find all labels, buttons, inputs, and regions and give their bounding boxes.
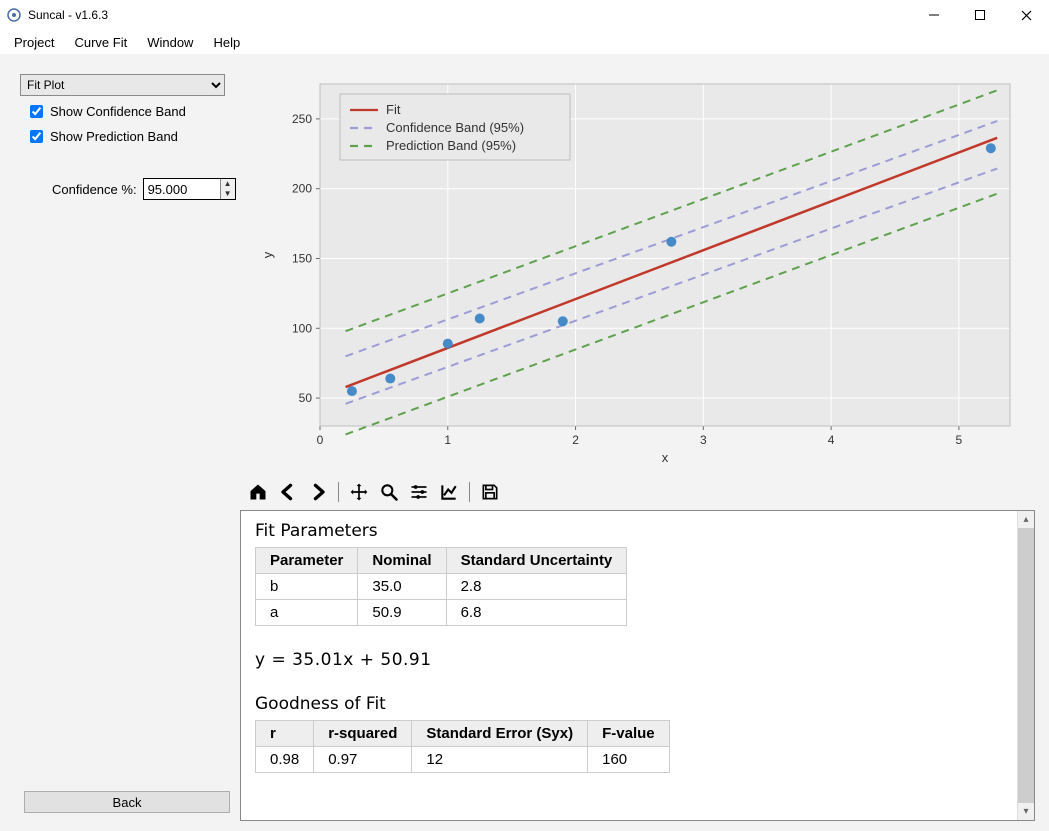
move-icon[interactable]	[345, 478, 373, 506]
svg-text:0: 0	[317, 433, 324, 447]
table-cell: a	[256, 600, 358, 626]
table-cell: 50.9	[358, 600, 446, 626]
spin-up-button[interactable]: ▲	[221, 179, 235, 189]
svg-text:1: 1	[444, 433, 451, 447]
back-button[interactable]: Back	[24, 791, 230, 813]
table-cell: 2.8	[446, 574, 627, 600]
confidence-percent-label: Confidence %:	[52, 182, 137, 197]
show-prediction-band-label: Show Prediction Band	[50, 129, 178, 144]
window-minimize-button[interactable]	[911, 0, 957, 30]
svg-text:y: y	[260, 251, 275, 258]
scroll-up-icon[interactable]: ▴	[1018, 511, 1034, 528]
goodness-of-fit-title: Goodness of Fit	[255, 694, 1003, 714]
window-close-button[interactable]	[1003, 0, 1049, 30]
menu-project[interactable]: Project	[4, 33, 64, 52]
svg-text:50: 50	[299, 391, 313, 405]
menu-help[interactable]: Help	[203, 33, 250, 52]
arrow-right-icon[interactable]	[304, 478, 332, 506]
menu-window[interactable]: Window	[137, 33, 203, 52]
fit-parameters-title: Fit Parameters	[255, 521, 1003, 541]
table-cell: 6.8	[446, 600, 627, 626]
table-header: Nominal	[358, 548, 446, 574]
arrow-left-icon[interactable]	[274, 478, 302, 506]
save-icon[interactable]	[476, 478, 504, 506]
svg-text:3: 3	[700, 433, 707, 447]
table-header: r	[256, 721, 314, 747]
options-sidebar: Fit Plot Show Confidence Band Show Predi…	[20, 74, 240, 821]
confidence-percent-spinbox[interactable]: ▲ ▼	[143, 178, 236, 200]
sliders-icon[interactable]	[405, 478, 433, 506]
table-cell: b	[256, 574, 358, 600]
table-cell: 0.97	[314, 747, 412, 773]
results-body[interactable]: Fit Parameters ParameterNominalStandard …	[241, 511, 1017, 820]
scroll-down-icon[interactable]: ▾	[1018, 803, 1034, 820]
table-row: 0.980.9712160	[256, 747, 670, 773]
plot-toolbar	[240, 474, 1035, 510]
table-header: r-squared	[314, 721, 412, 747]
svg-text:x: x	[662, 450, 669, 465]
goodness-of-fit-table: rr-squaredStandard Error (Syx)F-value0.9…	[255, 720, 670, 773]
table-cell: 35.0	[358, 574, 446, 600]
show-confidence-band-input[interactable]	[30, 105, 43, 118]
table-cell: 0.98	[256, 747, 314, 773]
menu-curve-fit[interactable]: Curve Fit	[64, 33, 137, 52]
plot-type-select[interactable]: Fit Plot	[20, 74, 225, 96]
svg-text:100: 100	[292, 321, 312, 335]
window-titlebar: Suncal - v1.6.3	[0, 0, 1049, 30]
table-header: Standard Error (Syx)	[412, 721, 588, 747]
svg-text:5: 5	[956, 433, 963, 447]
confidence-percent-input[interactable]	[144, 179, 220, 199]
zoom-icon[interactable]	[375, 478, 403, 506]
table-row: a50.96.8	[256, 600, 627, 626]
svg-text:2: 2	[572, 433, 579, 447]
table-header: F-value	[588, 721, 670, 747]
svg-text:200: 200	[292, 182, 312, 196]
app-icon	[6, 7, 22, 23]
table-header: Parameter	[256, 548, 358, 574]
window-title: Suncal - v1.6.3	[28, 8, 108, 22]
fit-equation: y = 35.01x + 50.91	[255, 650, 1003, 670]
results-panel: Fit Parameters ParameterNominalStandard …	[240, 510, 1035, 821]
svg-text:Fit: Fit	[386, 102, 401, 117]
show-confidence-band-checkbox[interactable]: Show Confidence Band	[26, 102, 240, 121]
show-prediction-band-checkbox[interactable]: Show Prediction Band	[26, 127, 240, 146]
axes-icon[interactable]	[435, 478, 463, 506]
svg-text:Confidence Band (95%): Confidence Band (95%)	[386, 120, 524, 135]
toolbar-separator	[338, 482, 339, 502]
svg-text:Prediction Band (95%): Prediction Band (95%)	[386, 138, 516, 153]
show-confidence-band-label: Show Confidence Band	[50, 104, 186, 119]
table-cell: 160	[588, 747, 670, 773]
svg-text:4: 4	[828, 433, 835, 447]
results-scrollbar[interactable]: ▴ ▾	[1017, 511, 1034, 820]
svg-text:250: 250	[292, 112, 312, 126]
fit-plot[interactable]: 0 1 2 3 4 5 50 100 150 200 250 x y Fit Confidence Band…	[240, 74, 1035, 474]
table-header: Standard Uncertainty	[446, 548, 627, 574]
table-cell: 12	[412, 747, 588, 773]
menu-bar: Project Curve Fit Window Help	[0, 30, 1049, 54]
svg-text:150: 150	[292, 251, 312, 265]
window-maximize-button[interactable]	[957, 0, 1003, 30]
toolbar-separator	[469, 482, 470, 502]
home-icon[interactable]	[244, 478, 272, 506]
fit-parameters-table: ParameterNominalStandard Uncertaintyb35.…	[255, 547, 627, 626]
spin-down-button[interactable]: ▼	[221, 189, 235, 199]
table-row: b35.02.8	[256, 574, 627, 600]
show-prediction-band-input[interactable]	[30, 130, 43, 143]
